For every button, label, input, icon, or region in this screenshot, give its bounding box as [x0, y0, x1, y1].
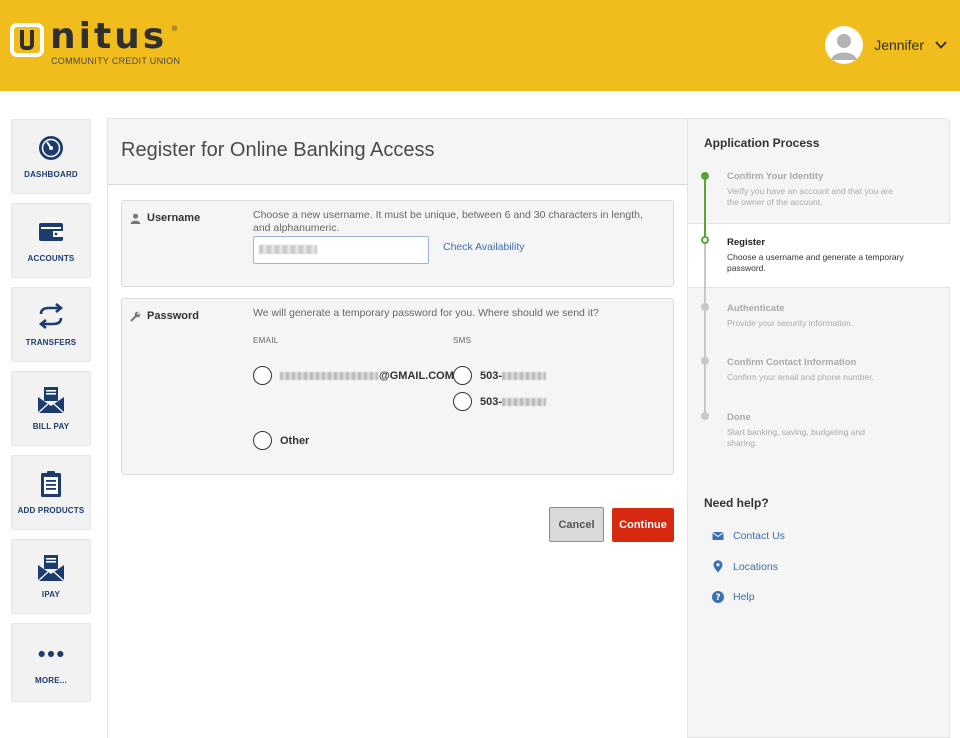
progress-line-remaining [704, 239, 706, 417]
username-redacted-value [259, 245, 317, 254]
registration-panel: Register for Online Banking Access Usern… [107, 118, 688, 738]
sidebar-item-more[interactable]: MORE... [11, 623, 91, 702]
ellipsis-icon [37, 640, 65, 668]
other-option[interactable]: Other [253, 431, 309, 450]
sidebar-label: TRANSFERS [25, 338, 77, 347]
panel-header: Register for Online Banking Access [108, 118, 688, 185]
email-column-header: EMAIL [253, 336, 279, 345]
transfer-arrows-icon [37, 302, 65, 330]
sidebar-label: BILL PAY [32, 422, 70, 431]
sidebar-label: ACCOUNTS [27, 254, 75, 263]
sidebar-label: ADD PRODUCTS [17, 506, 85, 515]
email-option[interactable]: @GMAIL.COM [253, 366, 454, 385]
map-pin-icon [713, 560, 723, 573]
sidebar-label: MORE... [34, 676, 68, 685]
continue-button[interactable]: Continue [612, 508, 674, 542]
question-circle-icon: ? [712, 591, 724, 603]
step-confirm-identity: Confirm Your Identity Verify you have an… [727, 171, 893, 207]
password-label-text: Password [147, 310, 199, 322]
sidebar-item-bill-pay[interactable]: BILL PAY [11, 371, 91, 446]
process-title: Application Process [704, 136, 820, 150]
top-header: nitus ® COMMUNITY CREDIT UNION Jennifer [0, 0, 960, 91]
sms-option-1[interactable]: 503- [453, 366, 547, 385]
step-dot-pending [701, 357, 709, 365]
sidebar-item-dashboard[interactable]: DASHBOARD [11, 119, 91, 194]
wallet-icon [37, 218, 65, 246]
check-availability-link[interactable]: Check Availability [443, 241, 525, 253]
logo-u-mark [10, 23, 44, 57]
sms-radio-1[interactable] [453, 366, 472, 385]
sidebar-nav: DASHBOARD ACCOUNTS TRANSFERS BILL PAY AD… [11, 119, 91, 711]
envelope-bill-icon [37, 386, 65, 414]
step-dot-current [701, 236, 709, 244]
sidebar-label: IPAY [41, 590, 61, 599]
step-dot-pending [701, 412, 709, 420]
step-dot-complete [701, 172, 709, 180]
sms-option-1-label: 503- [480, 370, 547, 382]
sidebar-item-accounts[interactable]: ACCOUNTS [11, 203, 91, 278]
sms-radio-2[interactable] [453, 392, 472, 411]
email-redacted [280, 371, 378, 380]
user-menu[interactable]: Jennifer [825, 25, 948, 65]
avatar [825, 26, 864, 64]
sms-option-2-label: 503- [480, 396, 547, 408]
chevron-down-icon[interactable] [934, 38, 948, 52]
sms-column-header: SMS [453, 336, 472, 345]
logo-registered-mark: ® [172, 26, 178, 33]
step-confirm-contact: Confirm Contact Information Confirm your… [727, 357, 874, 382]
envelope-icon [712, 532, 724, 540]
other-option-label: Other [280, 434, 310, 447]
phone-redacted [502, 371, 547, 380]
phone-redacted [502, 397, 547, 406]
sidebar-item-add-products[interactable]: ADD PRODUCTS [11, 455, 91, 530]
step-dot-pending [701, 303, 709, 311]
locations-link[interactable]: Locations [712, 560, 778, 573]
envelope-pay-icon [37, 554, 65, 582]
email-radio[interactable] [253, 366, 272, 385]
logo-tagline: COMMUNITY CREDIT UNION [51, 56, 181, 66]
other-radio[interactable] [253, 431, 272, 450]
password-section: Password We will generate a temporary pa… [121, 298, 674, 475]
username-help-text: Choose a new username. It must be unique… [253, 209, 643, 234]
user-icon [130, 213, 141, 224]
application-process-panel: Application Process Confirm Your Identit… [687, 118, 950, 738]
username-section: Username Choose a new username. It must … [121, 200, 674, 287]
clipboard-icon [37, 470, 65, 498]
wrench-icon [130, 311, 141, 322]
svg-text:?: ? [715, 593, 720, 603]
username-label: Username [130, 212, 200, 224]
help-link[interactable]: ? Help [712, 591, 755, 603]
sidebar-item-transfers[interactable]: TRANSFERS [11, 287, 91, 362]
gauge-icon [37, 134, 65, 162]
sidebar-label: DASHBOARD [24, 170, 78, 179]
user-name[interactable]: Jennifer [874, 37, 924, 53]
email-option-label: @GMAIL.COM [280, 370, 454, 382]
password-label: Password [130, 310, 199, 322]
cancel-button[interactable]: Cancel [549, 507, 604, 542]
sms-option-2[interactable]: 503- [453, 392, 547, 411]
progress-line-complete [704, 175, 706, 239]
logo-wordmark: nitus [50, 16, 168, 57]
password-help-text: We will generate a temporary password fo… [253, 307, 599, 319]
contact-us-link[interactable]: Contact Us [712, 530, 785, 542]
step-done: Done Start banking, saving, budgeting an… [727, 412, 865, 448]
sidebar-item-ipay[interactable]: IPAY [11, 539, 91, 614]
step-register: Register Choose a username and generate … [727, 237, 904, 273]
page-title: Register for Online Banking Access [121, 139, 435, 161]
step-authenticate: Authenticate Provide your security infor… [727, 303, 854, 328]
need-help-title: Need help? [704, 496, 769, 510]
username-label-text: Username [147, 212, 201, 224]
unitus-logo[interactable]: nitus ® COMMUNITY CREDIT UNION [10, 16, 185, 70]
